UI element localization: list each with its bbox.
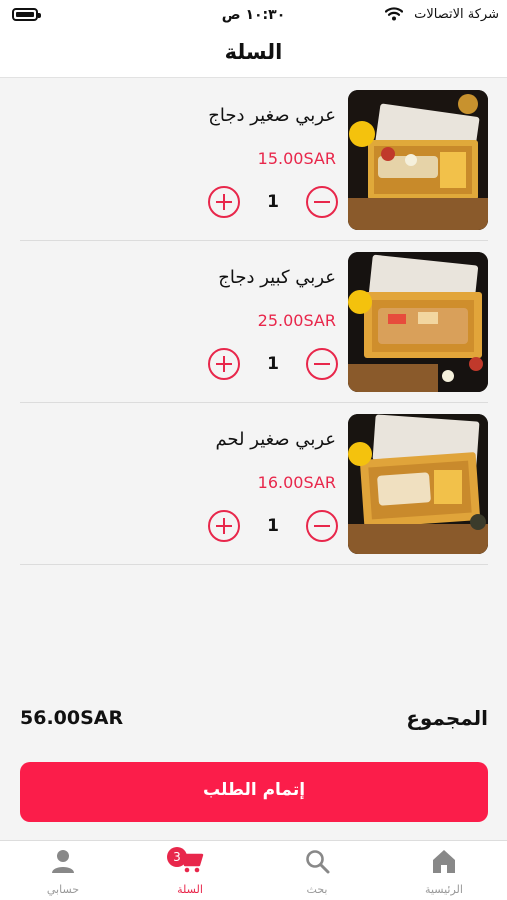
quantity-stepper: 1 [208,510,338,544]
page-title: السلة [224,40,283,64]
total-label: المجموع [406,706,488,730]
carrier-name: شركة الاتصالات [414,7,499,22]
item-price: 15.00SAR [257,149,336,168]
decrease-quantity-button[interactable] [306,186,338,218]
quantity-stepper: 1 [208,348,338,382]
food-image[interactable] [348,252,488,392]
tab-label: الرئيسية [425,883,463,896]
decrease-quantity-button[interactable] [306,510,338,542]
item-name: عربي كبير دجاج [218,267,336,288]
tab-label: حسابي [46,883,80,896]
cart-count-badge: 3 [167,847,187,867]
checkout-button-label: إتمام الطلب [202,780,306,800]
total-value: 56.00SAR [20,707,124,729]
minus-icon [314,200,330,203]
header: السلة [0,30,507,78]
increase-quantity-button[interactable] [208,186,240,218]
tab-account[interactable]: حسابي [0,841,126,900]
item-price: 16.00SAR [257,473,336,492]
cart-item: عربي صغير لحم 16.00SAR 1 [20,403,488,565]
tab-label: السلة [177,883,203,896]
checkout-button[interactable]: إتمام الطلب [20,762,488,822]
increase-quantity-button[interactable] [208,348,240,380]
quantity-value: 1 [267,516,279,536]
status-bar: ١٠:٣٠ ص شركة الاتصالات [0,0,507,30]
quantity-value: 1 [267,192,279,212]
cart-list: عربي صغير دجاج 15.00SAR 1 عربي كبير دجاج… [20,79,488,565]
cart-item: عربي صغير دجاج 15.00SAR 1 [20,79,488,241]
minus-icon [314,524,330,527]
food-image[interactable] [348,90,488,230]
item-price: 25.00SAR [257,311,336,330]
total-row: المجموع 56.00SAR [20,704,488,738]
cart-item: عربي كبير دجاج 25.00SAR 1 [20,241,488,403]
item-name: عربي صغير دجاج [208,105,336,126]
wifi-icon [385,7,403,21]
tab-cart[interactable]: 3 السلة [127,841,253,900]
item-name: عربي صغير لحم [215,429,336,450]
search-icon [306,850,330,874]
increase-quantity-button[interactable] [208,510,240,542]
tab-label: بحث [306,883,328,896]
minus-icon [314,362,330,365]
quantity-value: 1 [267,354,279,374]
decrease-quantity-button[interactable] [306,348,338,380]
person-icon [52,850,74,873]
tab-search[interactable]: بحث [254,841,380,900]
tab-bar: حسابي 3 السلة بحث الرئيسية [0,840,507,900]
home-icon [433,850,455,873]
tab-home[interactable]: الرئيسية [381,841,507,900]
quantity-stepper: 1 [208,186,338,220]
food-image[interactable] [348,414,488,554]
